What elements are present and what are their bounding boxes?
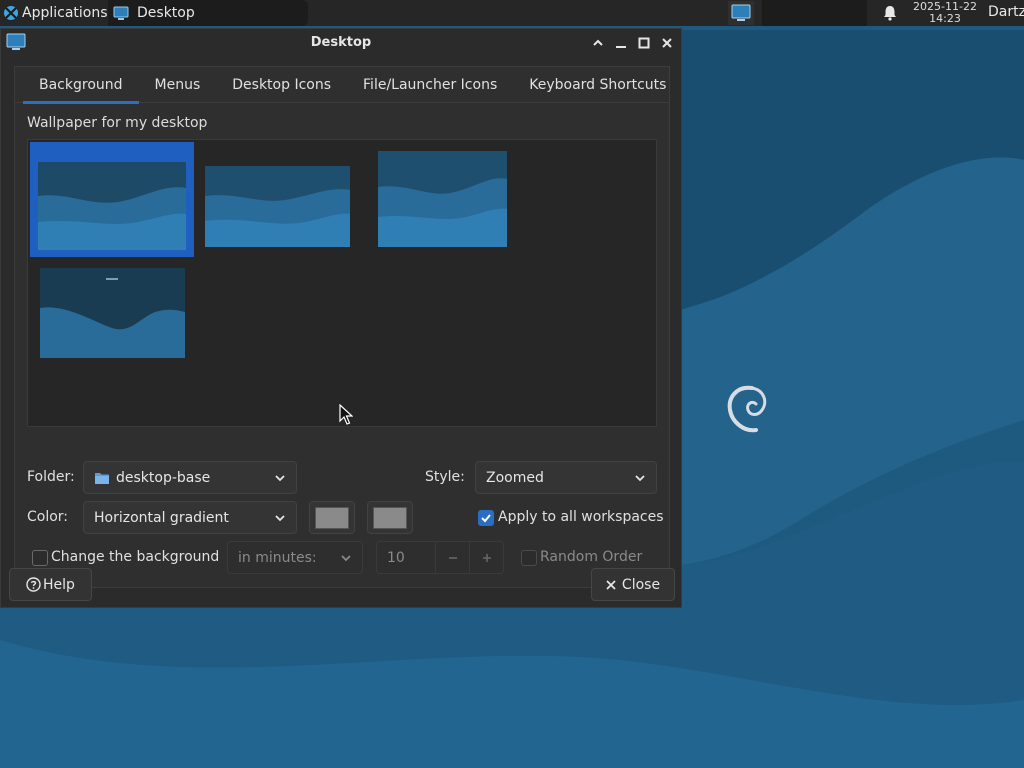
checkmark-icon: [481, 514, 491, 523]
style-label: Style:: [425, 469, 465, 485]
tab-bar: Background Menus Desktop Icons File/Laun…: [15, 67, 669, 104]
settings-notebook: Background Menus Desktop Icons File/Laun…: [14, 66, 670, 588]
applications-menu-button[interactable]: Applications: [0, 0, 108, 26]
tray-area: [762, 0, 867, 26]
maximize-button[interactable]: [636, 35, 652, 51]
close-button[interactable]: Close: [591, 568, 675, 601]
tab-keyboard-shortcuts[interactable]: Keyboard Shortcuts: [513, 67, 682, 103]
minimize-button[interactable]: [613, 35, 629, 51]
close-icon: [606, 579, 616, 590]
desktop-settings-window: Desktop Background Menus Desktop Icons F…: [0, 28, 682, 608]
random-order-checkbox[interactable]: [521, 550, 537, 566]
wallpaper-thumbnail[interactable]: [30, 142, 194, 257]
secondary-color-button[interactable]: [367, 501, 413, 534]
plus-icon: [482, 553, 491, 562]
apply-all-workspaces-label[interactable]: Apply to all workspaces: [498, 509, 664, 525]
wallpaper-thumbnail[interactable]: [40, 268, 185, 358]
chevron-down-icon: [275, 475, 285, 482]
wallpaper-preview-image: [38, 162, 186, 250]
color-swatch: [315, 507, 349, 529]
wallpaper-thumbnail[interactable]: [378, 151, 507, 247]
interval-spinbutton[interactable]: 10: [376, 541, 504, 574]
interval-unit-value: in minutes:: [238, 549, 317, 566]
folder-select[interactable]: desktop-base: [83, 461, 297, 494]
folder-label: Folder:: [27, 469, 75, 485]
chevron-down-icon: [635, 475, 645, 482]
minus-icon: [448, 556, 457, 559]
clock-time: 14:23: [929, 12, 961, 25]
user-menu[interactable]: Dartz: [988, 4, 1024, 20]
change-background-label[interactable]: Change the background: [51, 549, 219, 565]
tab-background[interactable]: Background: [23, 67, 139, 104]
window-titlebar[interactable]: Desktop: [1, 29, 681, 57]
color-swatch: [373, 507, 407, 529]
xfce-logo-icon: [4, 6, 18, 20]
wallpaper-grid[interactable]: [27, 139, 657, 427]
chevron-down-icon: [275, 515, 285, 522]
notification-bell-icon[interactable]: [882, 4, 898, 22]
change-background-checkbox[interactable]: [32, 550, 48, 566]
wallpaper-preview-image: [205, 166, 350, 247]
folder-value: desktop-base: [116, 469, 211, 486]
taskbar-item-label: Desktop: [137, 5, 195, 21]
wallpaper-preview-image: [40, 268, 185, 358]
chevron-down-icon: [341, 555, 351, 562]
shade-button[interactable]: [590, 35, 606, 51]
close-label: Close: [621, 576, 661, 593]
top-panel: Applications Desktop 2025-11-22 14:23 Da…: [0, 0, 1024, 26]
tab-desktop-icons[interactable]: Desktop Icons: [216, 67, 347, 103]
maximize-icon: [638, 37, 650, 49]
primary-color-button[interactable]: [309, 501, 355, 534]
minimize-icon: [616, 46, 626, 48]
close-icon: [662, 38, 672, 48]
close-window-button[interactable]: [659, 35, 675, 51]
decrement-button[interactable]: [435, 542, 469, 573]
display-settings-tray-icon[interactable]: [728, 1, 754, 25]
tab-file-launcher-icons[interactable]: File/Launcher Icons: [347, 67, 513, 103]
increment-button[interactable]: [469, 542, 503, 573]
interval-unit-select[interactable]: in minutes:: [227, 541, 363, 574]
wallpaper-label: Wallpaper for my desktop: [27, 115, 208, 131]
monitor-icon: [113, 6, 129, 20]
color-mode-select[interactable]: Horizontal gradient: [83, 501, 297, 534]
taskbar-item-desktop[interactable]: Desktop: [108, 0, 308, 26]
style-select[interactable]: Zoomed: [475, 461, 657, 494]
wallpaper-thumbnail[interactable]: [205, 166, 350, 247]
style-value: Zoomed: [486, 469, 544, 486]
applications-label: Applications: [22, 5, 108, 21]
color-label: Color:: [27, 509, 69, 525]
mouse-pointer-icon: [339, 403, 354, 430]
wallpaper-preview-image: [378, 151, 507, 247]
chevron-up-icon: [593, 39, 603, 46]
help-button[interactable]: Help: [9, 568, 92, 601]
folder-icon: [95, 472, 109, 484]
help-label: Help: [43, 576, 75, 593]
apply-all-workspaces-checkbox[interactable]: [478, 510, 494, 526]
help-icon: [26, 577, 41, 592]
monitor-icon: [731, 4, 751, 21]
clock[interactable]: 2025-11-22 14:23: [906, 1, 984, 25]
color-mode-value: Horizontal gradient: [94, 509, 229, 526]
interval-value: 10: [387, 550, 405, 566]
window-title: Desktop: [310, 35, 372, 50]
debian-swirl-logo: [722, 380, 772, 442]
tab-menus[interactable]: Menus: [139, 67, 217, 103]
random-order-label[interactable]: Random Order: [540, 549, 642, 565]
